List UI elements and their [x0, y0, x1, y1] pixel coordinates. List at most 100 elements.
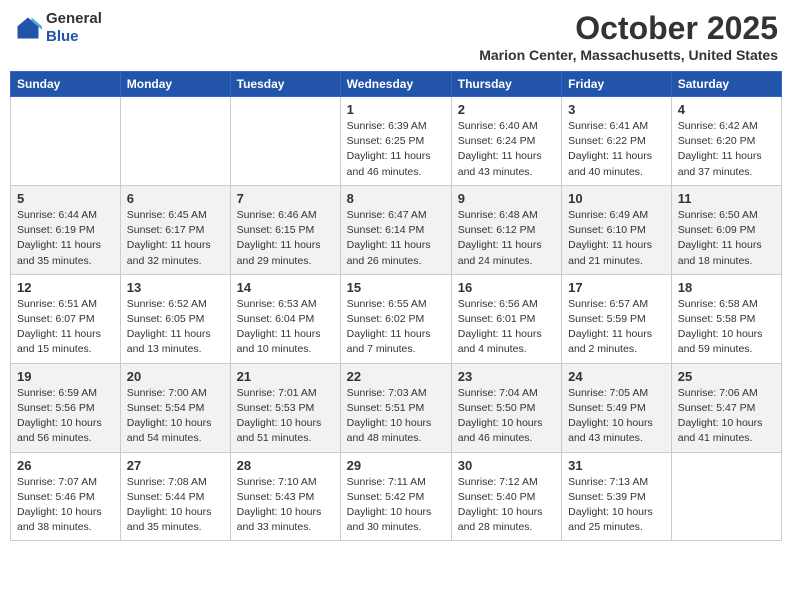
calendar-cell: 1 Sunrise: 6:39 AMSunset: 6:25 PMDaylight…: [340, 97, 451, 186]
calendar-cell: 18 Sunrise: 6:58 AMSunset: 5:58 PMDayligh…: [671, 274, 781, 363]
logo: General Blue: [14, 10, 102, 46]
header-cell-wednesday: Wednesday: [340, 72, 451, 97]
day-info: Sunrise: 6:56 AMSunset: 6:01 PMDaylight:…: [458, 297, 555, 358]
day-info: Sunrise: 7:03 AMSunset: 5:51 PMDaylight:…: [347, 386, 445, 447]
day-number: 11: [678, 191, 775, 206]
day-number: 19: [17, 369, 114, 384]
calendar-cell: 5 Sunrise: 6:44 AMSunset: 6:19 PMDaylight…: [11, 185, 121, 274]
calendar-cell: [11, 97, 121, 186]
day-number: 7: [237, 191, 334, 206]
calendar-cell: 26 Sunrise: 7:07 AMSunset: 5:46 PMDayligh…: [11, 452, 121, 541]
day-info: Sunrise: 7:00 AMSunset: 5:54 PMDaylight:…: [127, 386, 224, 447]
calendar-week-1: 1 Sunrise: 6:39 AMSunset: 6:25 PMDaylight…: [11, 97, 782, 186]
day-number: 9: [458, 191, 555, 206]
calendar-cell: 20 Sunrise: 7:00 AMSunset: 5:54 PMDayligh…: [120, 363, 230, 452]
day-info: Sunrise: 7:01 AMSunset: 5:53 PMDaylight:…: [237, 386, 334, 447]
logo-icon: [14, 14, 42, 42]
calendar-week-5: 26 Sunrise: 7:07 AMSunset: 5:46 PMDayligh…: [11, 452, 782, 541]
calendar-cell: 23Sunrise: 7:04 AMSunset: 5:50 PMDayligh…: [451, 363, 561, 452]
location-title: Marion Center, Massachusetts, United Sta…: [479, 47, 778, 63]
calendar-cell: [230, 97, 340, 186]
day-info: Sunrise: 6:48 AMSunset: 6:12 PMDaylight:…: [458, 208, 555, 269]
day-number: 13: [127, 280, 224, 295]
calendar-cell: 3 Sunrise: 6:41 AMSunset: 6:22 PMDaylight…: [562, 97, 672, 186]
day-number: 21: [237, 369, 334, 384]
day-info: Sunrise: 6:40 AMSunset: 6:24 PMDaylight:…: [458, 119, 555, 180]
calendar-cell: 8 Sunrise: 6:47 AMSunset: 6:14 PMDaylight…: [340, 185, 451, 274]
day-info: Sunrise: 6:52 AMSunset: 6:05 PMDaylight:…: [127, 297, 224, 358]
calendar-cell: 6 Sunrise: 6:45 AMSunset: 6:17 PMDaylight…: [120, 185, 230, 274]
header-cell-sunday: Sunday: [11, 72, 121, 97]
header-cell-tuesday: Tuesday: [230, 72, 340, 97]
day-number: 10: [568, 191, 665, 206]
day-number: 14: [237, 280, 334, 295]
day-number: 4: [678, 102, 775, 117]
day-info: Sunrise: 7:07 AMSunset: 5:46 PMDaylight:…: [17, 475, 114, 536]
calendar-cell: 2 Sunrise: 6:40 AMSunset: 6:24 PMDaylight…: [451, 97, 561, 186]
calendar-cell: 16 Sunrise: 6:56 AMSunset: 6:01 PMDayligh…: [451, 274, 561, 363]
day-info: Sunrise: 6:42 AMSunset: 6:20 PMDaylight:…: [678, 119, 775, 180]
logo-text: General Blue: [46, 10, 102, 46]
calendar-cell: [671, 452, 781, 541]
day-number: 16: [458, 280, 555, 295]
day-number: 24: [568, 369, 665, 384]
day-info: Sunrise: 6:58 AMSunset: 5:58 PMDaylight:…: [678, 297, 775, 358]
day-number: 1: [347, 102, 445, 117]
day-number: 5: [17, 191, 114, 206]
day-info: Sunrise: 7:08 AMSunset: 5:44 PMDaylight:…: [127, 475, 224, 536]
day-info: Sunrise: 6:41 AMSunset: 6:22 PMDaylight:…: [568, 119, 665, 180]
calendar-cell: 17Sunrise: 6:57 AMSunset: 5:59 PMDayligh…: [562, 274, 672, 363]
day-info: Sunrise: 7:13 AMSunset: 5:39 PMDaylight:…: [568, 475, 665, 536]
calendar-cell: 19Sunrise: 6:59 AMSunset: 5:56 PMDayligh…: [11, 363, 121, 452]
day-info: Sunrise: 6:57 AMSunset: 5:59 PMDaylight:…: [568, 297, 665, 358]
logo-blue: Blue: [46, 28, 102, 46]
day-info: Sunrise: 7:12 AMSunset: 5:40 PMDaylight:…: [458, 475, 555, 536]
day-number: 6: [127, 191, 224, 206]
calendar-cell: 22 Sunrise: 7:03 AMSunset: 5:51 PMDayligh…: [340, 363, 451, 452]
calendar-week-2: 5 Sunrise: 6:44 AMSunset: 6:19 PMDaylight…: [11, 185, 782, 274]
day-number: 22: [347, 369, 445, 384]
day-number: 20: [127, 369, 224, 384]
calendar-cell: 24 Sunrise: 7:05 AMSunset: 5:49 PMDayligh…: [562, 363, 672, 452]
calendar-cell: 25Sunrise: 7:06 AMSunset: 5:47 PMDayligh…: [671, 363, 781, 452]
day-number: 28: [237, 458, 334, 473]
day-number: 31: [568, 458, 665, 473]
day-info: Sunrise: 6:47 AMSunset: 6:14 PMDaylight:…: [347, 208, 445, 269]
day-number: 26: [17, 458, 114, 473]
day-number: 18: [678, 280, 775, 295]
header-cell-saturday: Saturday: [671, 72, 781, 97]
day-number: 15: [347, 280, 445, 295]
day-info: Sunrise: 7:06 AMSunset: 5:47 PMDaylight:…: [678, 386, 775, 447]
day-info: Sunrise: 6:44 AMSunset: 6:19 PMDaylight:…: [17, 208, 114, 269]
day-number: 27: [127, 458, 224, 473]
calendar-table: SundayMondayTuesdayWednesdayThursdayFrid…: [10, 71, 782, 541]
calendar-body: 1 Sunrise: 6:39 AMSunset: 6:25 PMDaylight…: [11, 97, 782, 541]
day-info: Sunrise: 7:11 AMSunset: 5:42 PMDaylight:…: [347, 475, 445, 536]
day-number: 12: [17, 280, 114, 295]
day-info: Sunrise: 7:10 AMSunset: 5:43 PMDaylight:…: [237, 475, 334, 536]
day-info: Sunrise: 6:49 AMSunset: 6:10 PMDaylight:…: [568, 208, 665, 269]
day-info: Sunrise: 6:45 AMSunset: 6:17 PMDaylight:…: [127, 208, 224, 269]
day-info: Sunrise: 7:04 AMSunset: 5:50 PMDaylight:…: [458, 386, 555, 447]
header-cell-thursday: Thursday: [451, 72, 561, 97]
day-number: 3: [568, 102, 665, 117]
header-cell-monday: Monday: [120, 72, 230, 97]
calendar-cell: 30Sunrise: 7:12 AMSunset: 5:40 PMDayligh…: [451, 452, 561, 541]
title-block: October 2025 Marion Center, Massachusett…: [479, 10, 778, 63]
calendar-cell: 15Sunrise: 6:55 AMSunset: 6:02 PMDayligh…: [340, 274, 451, 363]
calendar-cell: 14Sunrise: 6:53 AMSunset: 6:04 PMDayligh…: [230, 274, 340, 363]
day-info: Sunrise: 6:50 AMSunset: 6:09 PMDaylight:…: [678, 208, 775, 269]
calendar-cell: 29Sunrise: 7:11 AMSunset: 5:42 PMDayligh…: [340, 452, 451, 541]
day-info: Sunrise: 6:46 AMSunset: 6:15 PMDaylight:…: [237, 208, 334, 269]
calendar-cell: 21 Sunrise: 7:01 AMSunset: 5:53 PMDayligh…: [230, 363, 340, 452]
day-info: Sunrise: 7:05 AMSunset: 5:49 PMDaylight:…: [568, 386, 665, 447]
day-number: 2: [458, 102, 555, 117]
calendar-header: SundayMondayTuesdayWednesdayThursdayFrid…: [11, 72, 782, 97]
day-number: 8: [347, 191, 445, 206]
page-header: General Blue October 2025 Marion Center,…: [10, 10, 782, 63]
calendar-cell: 4 Sunrise: 6:42 AMSunset: 6:20 PMDaylight…: [671, 97, 781, 186]
calendar-cell: 13 Sunrise: 6:52 AMSunset: 6:05 PMDayligh…: [120, 274, 230, 363]
calendar-cell: [120, 97, 230, 186]
calendar-cell: 28 Sunrise: 7:10 AMSunset: 5:43 PMDayligh…: [230, 452, 340, 541]
day-info: Sunrise: 6:39 AMSunset: 6:25 PMDaylight:…: [347, 119, 445, 180]
